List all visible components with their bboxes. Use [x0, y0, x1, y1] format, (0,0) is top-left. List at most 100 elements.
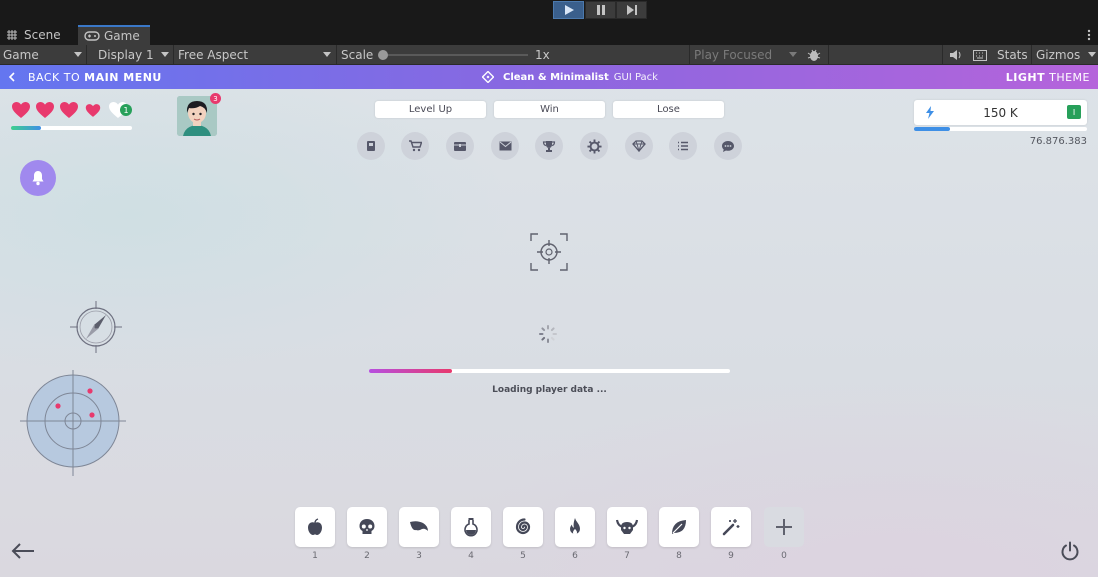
horned-helmet-icon: [616, 519, 638, 534]
skull-icon: [359, 519, 375, 534]
hearts-row: 1: [11, 101, 136, 119]
diamond-icon: [632, 140, 646, 152]
audio-icon[interactable]: [946, 47, 964, 63]
inventory-slot-6[interactable]: [555, 507, 595, 547]
inventory-slot-7[interactable]: [607, 507, 647, 547]
inventory-slot-1[interactable]: [295, 507, 335, 547]
step-button[interactable]: [616, 1, 647, 19]
power-icon: [1061, 541, 1079, 561]
power-button[interactable]: [1058, 539, 1082, 563]
win-button[interactable]: Win: [494, 101, 605, 118]
inventory-slot-8[interactable]: [659, 507, 699, 547]
spiral-icon: [515, 518, 531, 535]
gizmos-dropdown[interactable]: Gizmos: [1033, 45, 1098, 65]
back-to-main-menu-button[interactable]: BACK TO MAIN MENU: [8, 65, 162, 89]
pack-title-bold: Clean & Minimalist: [503, 71, 609, 83]
scale-value: 1x: [535, 48, 550, 62]
energy-panel: 150 K I: [914, 100, 1087, 125]
play-icon: [564, 5, 574, 15]
divider: [689, 45, 690, 65]
tab-game[interactable]: Game: [78, 25, 150, 45]
chat-icon: [722, 140, 734, 152]
theme-label: LIGHT THEME: [1006, 65, 1090, 89]
pack-title-light: GUI Pack: [613, 71, 658, 83]
divider: [336, 45, 337, 65]
level-up-button[interactable]: Level Up: [375, 101, 486, 118]
inventory-slot-add[interactable]: [764, 507, 804, 547]
divider: [1031, 45, 1032, 65]
energy-value: 150 K: [983, 105, 1018, 120]
more-options-icon[interactable]: [1080, 25, 1098, 45]
inventory-slot-number: 9: [728, 551, 734, 561]
game-view: BACK TO MAIN MENU Clean & Minimalist GUI…: [0, 65, 1098, 577]
keyboard-icon[interactable]: [970, 47, 990, 63]
energy-sub-value: 76.876.383: [1029, 136, 1087, 147]
list-button[interactable]: [669, 132, 697, 160]
bug-icon[interactable]: [804, 47, 824, 63]
aspect-dropdown[interactable]: Free Aspect: [175, 45, 335, 65]
stats-button[interactable]: Stats: [994, 45, 1030, 65]
trophy-button[interactable]: [535, 132, 563, 160]
tab-scene-label: Scene: [24, 28, 61, 42]
pause-button[interactable]: [585, 1, 616, 19]
inventory-slot-number: 7: [624, 551, 630, 561]
diamond-button[interactable]: [625, 132, 653, 160]
compass-icon: [70, 301, 122, 353]
header-bar: BACK TO MAIN MENU Clean & Minimalist GUI…: [0, 65, 1098, 89]
cart-icon: [409, 140, 422, 152]
divider: [828, 45, 829, 65]
health-bar-fill: [11, 126, 42, 130]
avatar-badge: 3: [210, 93, 221, 104]
chest-icon: [454, 142, 466, 151]
crosshair-icon: [530, 233, 568, 271]
inventory-slot-number: 0: [781, 551, 787, 561]
inventory-slot-5[interactable]: [503, 507, 543, 547]
play-button[interactable]: [553, 1, 584, 19]
back-main: MAIN MENU: [84, 70, 162, 84]
loading-text: Loading player data ...: [492, 385, 607, 395]
radar-minimap: [20, 370, 126, 476]
step-icon: [626, 5, 637, 15]
notification-button[interactable]: [20, 160, 56, 196]
loading-bar-fill: [369, 369, 453, 373]
book-icon: [367, 141, 375, 151]
divider: [86, 45, 87, 65]
inventory-slot-number: 5: [520, 551, 526, 561]
radar-enemy-dot: [89, 412, 95, 418]
chest-button[interactable]: [446, 132, 474, 160]
energy-bar: [914, 127, 1087, 131]
inventory-slot-4[interactable]: [451, 507, 491, 547]
heart-icon: [12, 102, 30, 118]
tab-bar: [0, 25, 1098, 45]
book-button[interactable]: [357, 132, 385, 160]
settings-button[interactable]: [580, 132, 608, 160]
apple-icon: [308, 518, 322, 535]
display-mode-dropdown[interactable]: Game: [0, 45, 86, 65]
tab-scene[interactable]: Scene: [0, 25, 77, 45]
arrow-left-icon: [11, 543, 34, 559]
play-mode-dropdown[interactable]: Play Focused: [691, 45, 801, 65]
potion-icon: [464, 518, 478, 537]
aspect-label: Free Aspect: [178, 48, 249, 62]
inventory-slot-2[interactable]: [347, 507, 387, 547]
radar-enemy-dot: [55, 403, 61, 409]
theme-bold: LIGHT: [1005, 70, 1046, 84]
mail-button[interactable]: [491, 132, 519, 160]
scale-slider-track[interactable]: [380, 54, 528, 56]
inventory-slot-9[interactable]: [711, 507, 751, 547]
list-icon: [678, 141, 688, 151]
inventory-slot-number: 6: [572, 551, 578, 561]
inventory-slot-3[interactable]: [399, 507, 439, 547]
lose-button[interactable]: Lose: [613, 101, 724, 118]
chat-button[interactable]: [714, 132, 742, 160]
display-dropdown[interactable]: Display 1: [95, 45, 173, 65]
shop-button[interactable]: [401, 132, 429, 160]
display-mode-label: Game: [3, 48, 39, 62]
play-mode-label: Play Focused: [694, 48, 773, 62]
scale-slider-thumb[interactable]: [378, 50, 388, 60]
pack-title: Clean & Minimalist GUI Pack: [482, 65, 658, 89]
leaf-icon: [672, 520, 686, 534]
back-button[interactable]: [9, 539, 37, 563]
loading-spinner-icon: [539, 325, 557, 343]
tab-game-label: Game: [104, 29, 140, 43]
